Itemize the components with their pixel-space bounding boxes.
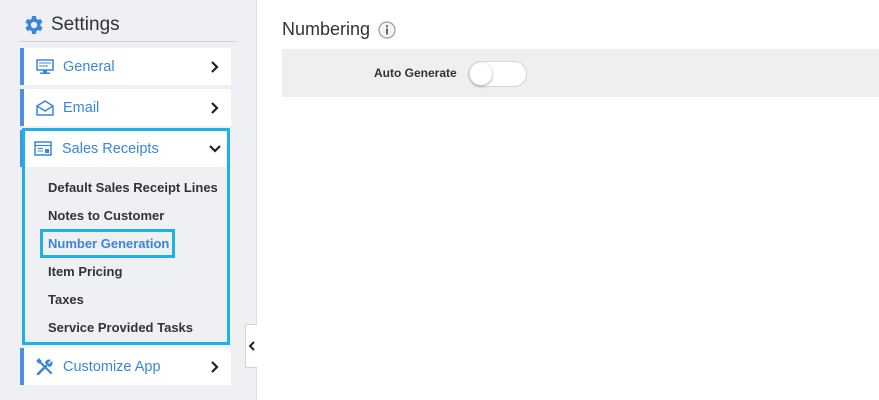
sidebar-header: Settings (20, 8, 236, 42)
settings-main-panel: Numbering Auto Generate (258, 0, 879, 400)
number-generation-highlight-box (40, 229, 175, 258)
chevron-right-icon (208, 60, 222, 74)
envelope-icon (35, 98, 55, 118)
chevron-right-icon (208, 360, 222, 374)
chevron-left-icon (248, 341, 255, 351)
sidebar-title: Settings (51, 13, 120, 35)
app-window: Settings General Email Sales Receipts De… (0, 0, 879, 400)
section-title: Numbering (282, 19, 371, 39)
sidebar-item-email[interactable]: Email (20, 89, 231, 126)
auto-generate-row: Auto Generate (282, 49, 879, 97)
sidebar-item-general[interactable]: General (20, 48, 231, 85)
gear-icon (25, 15, 43, 34)
sidebar-item-customize-app[interactable]: Customize App (20, 348, 231, 385)
sidebar-item-label: Customize App (63, 358, 161, 375)
chevron-right-icon (208, 101, 222, 115)
info-icon[interactable] (378, 20, 396, 39)
auto-generate-label: Auto Generate (374, 66, 457, 80)
settings-sidebar: Settings General Email Sales Receipts De… (0, 0, 257, 400)
sidebar-item-label: General (63, 58, 115, 75)
collapse-sidebar-button[interactable] (245, 324, 257, 368)
toggle-knob (470, 63, 492, 85)
section-header: Numbering (282, 19, 396, 40)
tools-icon (35, 357, 55, 377)
monitor-icon (35, 57, 55, 77)
auto-generate-toggle[interactable] (468, 61, 527, 87)
sidebar-item-label: Email (63, 99, 100, 116)
